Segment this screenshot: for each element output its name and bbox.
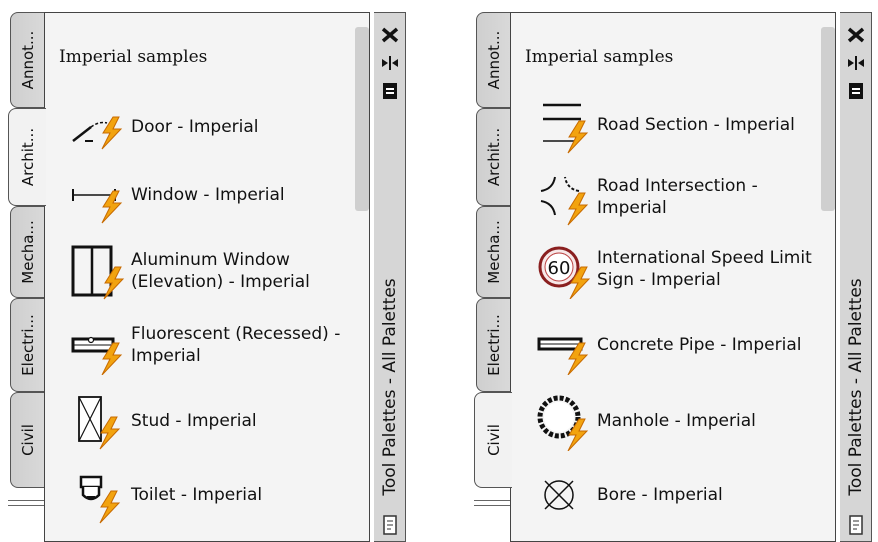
tool-stud-imperial[interactable]: Stud - Imperial <box>69 389 349 453</box>
tool-door-imperial[interactable]: Door - Imperial <box>69 95 349 159</box>
tool-manhole-imperial[interactable]: Manhole - Imperial <box>535 389 815 453</box>
tool-concrete-pipe-imperial[interactable]: Concrete Pipe - Imperial <box>535 313 815 377</box>
tool-toilet-imperial[interactable]: Toilet - Imperial <box>69 463 349 527</box>
road-section-icon <box>543 103 589 154</box>
tool-fluorescent-imperial[interactable]: Fluorescent (Recessed) - Imperial <box>69 313 349 377</box>
palette-title-bar[interactable]: Tool Palettes - All Palettes <box>374 12 406 542</box>
tab-annotation[interactable]: Annot... <box>10 12 44 108</box>
tab-civil[interactable]: Civil <box>10 392 44 488</box>
palette-options-icon[interactable] <box>378 513 402 537</box>
toilet-icon <box>79 475 121 524</box>
tab-electrical[interactable]: Electri... <box>476 298 510 392</box>
properties-icon[interactable] <box>844 79 868 103</box>
tool-aluminum-window-imperial[interactable]: Aluminum Window (Elevation) - Imperial <box>69 239 349 303</box>
tab-architectural[interactable]: Archit... <box>8 108 46 206</box>
aluminum-window-icon <box>71 245 125 300</box>
tab-electrical[interactable]: Electri... <box>10 298 44 392</box>
manhole-icon <box>537 395 589 451</box>
sign-number: 60 <box>548 258 571 279</box>
palette-title: Tool Palettes - All Palettes <box>379 278 400 496</box>
tool-speed-limit-sign-imperial[interactable]: 60 International Speed Limit Sign - Impe… <box>535 237 815 301</box>
tab-mechanical[interactable]: Mecha... <box>476 206 510 298</box>
tool-label: Concrete Pipe - Imperial <box>597 335 802 355</box>
tool-label: Manhole - Imperial <box>597 411 756 431</box>
palette-content: Imperial samples Road Section - Imperial… <box>510 12 836 542</box>
auto-hide-icon[interactable] <box>844 51 868 75</box>
palette-section-title: Imperial samples <box>525 47 674 67</box>
tab-label: Mecha... <box>484 220 503 284</box>
tool-palette-architectural: Annot... Archit... Mecha... Electri... C… <box>0 0 412 542</box>
tool-label: Toilet - Imperial <box>131 485 263 505</box>
palette-title: Tool Palettes - All Palettes <box>845 278 866 496</box>
tool-road-intersection-imperial[interactable]: Road Intersection - Imperial <box>535 165 815 229</box>
tool-label: Door - Imperial <box>131 117 259 137</box>
window-icon <box>72 189 123 224</box>
tool-palette-civil: Annot... Archit... Mecha... Electri... C… <box>466 0 878 542</box>
auto-hide-icon[interactable] <box>378 51 402 75</box>
tool-label: Bore - Imperial <box>597 485 723 505</box>
scrollbar-thumb[interactable] <box>355 27 369 211</box>
tab-label: Annot... <box>18 30 37 90</box>
close-icon[interactable] <box>844 23 868 47</box>
properties-icon[interactable] <box>378 79 402 103</box>
tab-architectural[interactable]: Archit... <box>476 108 510 206</box>
tab-stack-edge <box>8 502 44 506</box>
tab-label: Civil <box>484 424 503 456</box>
palette-content: Imperial samples Door - Imperial Window … <box>44 12 370 542</box>
bore-icon <box>544 480 574 510</box>
fluorescent-light-icon <box>71 336 123 375</box>
palette-options-icon[interactable] <box>844 513 868 537</box>
door-icon <box>72 116 123 150</box>
tab-civil[interactable]: Civil <box>474 392 512 488</box>
road-intersection-icon <box>540 176 589 226</box>
tool-label: Road Intersection - Imperial <box>597 176 758 218</box>
stud-icon <box>78 396 121 450</box>
tool-label: Fluorescent (Recessed) - Imperial <box>131 324 341 366</box>
tab-stack-edge <box>474 502 510 506</box>
tool-label: Window - Imperial <box>131 185 285 205</box>
palette-title-bar[interactable]: Tool Palettes - All Palettes <box>840 12 872 542</box>
tab-label: Electri... <box>18 314 37 376</box>
tab-stack-edge <box>8 497 44 501</box>
tool-window-imperial[interactable]: Window - Imperial <box>69 163 349 227</box>
tab-label: Mecha... <box>18 220 37 284</box>
tab-label: Civil <box>18 424 37 456</box>
tab-label: Annot... <box>484 30 503 90</box>
tool-label: Road Section - Imperial <box>597 115 795 135</box>
tab-stack-edge <box>474 497 510 501</box>
scrollbar-thumb[interactable] <box>821 27 835 211</box>
tool-label: Aluminum Window (Elevation) - Imperial <box>131 250 310 292</box>
tab-annotation[interactable]: Annot... <box>476 12 510 108</box>
tool-bore-imperial[interactable]: Bore - Imperial <box>535 463 815 527</box>
tab-label: Archit... <box>18 127 37 187</box>
tab-label: Archit... <box>484 127 503 187</box>
close-icon[interactable] <box>378 23 402 47</box>
tool-road-section-imperial[interactable]: Road Section - Imperial <box>535 93 815 157</box>
concrete-pipe-icon <box>537 337 589 375</box>
palette-section-title: Imperial samples <box>59 47 208 67</box>
speed-limit-sign-icon: 60 <box>538 246 591 299</box>
tab-mechanical[interactable]: Mecha... <box>10 206 44 298</box>
tab-label: Electri... <box>484 314 503 376</box>
tool-label: Stud - Imperial <box>131 411 257 431</box>
tool-label: International Speed Limit Sign - Imperia… <box>597 248 812 290</box>
